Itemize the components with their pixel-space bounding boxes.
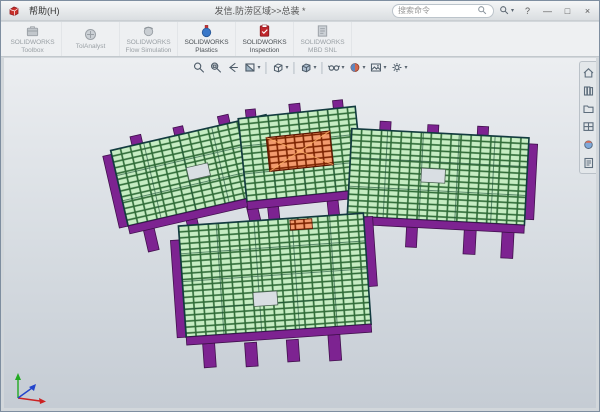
tab-label: Flow Simulation — [126, 47, 172, 54]
solidworks-window: 帮助(H) 发信.防涝区域>>总装 * 搜索命令 ▾ ? — □ × — [0, 0, 600, 412]
zoom-to-area-icon[interactable] — [208, 60, 223, 75]
titlebar-right: 搜索命令 ▾ ? — □ × — [392, 3, 596, 18]
tab-label: Inspection — [250, 47, 280, 54]
previous-view-icon[interactable] — [225, 60, 240, 75]
flow-simulation-icon — [141, 24, 156, 38]
graphics-viewport[interactable]: ▾ ▾ ▾ — [4, 58, 596, 408]
ribbon-tab-flow-simulation[interactable]: SOLIDWORKS Flow Simulation — [120, 22, 178, 56]
document-title: 发信.防涝区域>>总装 * — [151, 4, 369, 17]
minimize-button[interactable]: — — [539, 3, 556, 18]
search-scope-dropdown[interactable]: ▾ — [497, 5, 516, 16]
apply-scene-icon[interactable]: ▾ — [369, 60, 388, 75]
tab-label: Plastics — [195, 47, 217, 54]
search-input[interactable]: 搜索命令 — [392, 4, 494, 18]
chevron-down-icon: ▾ — [511, 8, 514, 14]
command-manager-ribbon: SOLIDWORKS Toolbox TolAnalyst SOLIDWORKS… — [1, 22, 599, 57]
menu-item-help[interactable]: 帮助(H) — [24, 4, 65, 17]
app-logo-icon — [7, 4, 21, 18]
hide-show-items-icon[interactable]: ▾ — [326, 60, 345, 75]
ribbon-tab-mbd-snl[interactable]: SOLIDWORKS MBD SNL — [294, 22, 352, 56]
inspection-icon — [257, 24, 272, 38]
view-palette-icon[interactable] — [582, 120, 595, 133]
section-view-icon[interactable]: ▾ — [242, 60, 261, 75]
custom-properties-icon[interactable] — [582, 156, 595, 169]
search-icon — [477, 5, 488, 16]
search-placeholder: 搜索命令 — [398, 5, 474, 16]
coordinate-triad — [10, 368, 50, 404]
tab-label: MBD SNL — [308, 47, 337, 54]
tab-label: SOLIDWORKS — [300, 39, 344, 46]
chevron-down-icon: ▾ — [257, 65, 260, 71]
ribbon-tab-plastics[interactable]: SOLIDWORKS Plastics — [178, 22, 236, 56]
tab-label: SOLIDWORKS — [242, 39, 286, 46]
chevron-down-icon: ▾ — [285, 65, 288, 71]
chevron-down-icon: ▾ — [384, 65, 387, 71]
mbd-icon — [315, 24, 330, 38]
view-settings-icon[interactable]: ▾ — [390, 60, 409, 75]
task-pane-strip — [579, 61, 596, 174]
tab-label: Toolbox — [21, 47, 43, 54]
search-dropdown-icon — [499, 5, 510, 16]
solidworks-resources-icon[interactable] — [582, 66, 595, 79]
title-bar: 帮助(H) 发信.防涝区域>>总装 * 搜索命令 ▾ ? — □ × — [1, 1, 599, 21]
toolbar-separator — [321, 62, 322, 74]
help-button[interactable]: ? — [519, 3, 536, 18]
tolanalyst-icon — [83, 27, 98, 42]
tab-label: SOLIDWORKS — [10, 39, 54, 46]
zoom-to-fit-icon[interactable] — [191, 60, 206, 75]
toolbox-icon — [25, 24, 40, 38]
chevron-down-icon: ▾ — [341, 65, 344, 71]
appearances-scenes-icon[interactable] — [582, 138, 595, 151]
tab-label: SOLIDWORKS — [126, 39, 170, 46]
display-style-icon[interactable]: ▾ — [298, 60, 317, 75]
view-orientation-icon[interactable]: ▾ — [270, 60, 289, 75]
ribbon-tab-solidworks-toolbox[interactable]: SOLIDWORKS Toolbox — [4, 22, 62, 56]
edit-appearance-icon[interactable]: ▾ — [348, 60, 367, 75]
toolbar-separator — [265, 62, 266, 74]
chevron-down-icon: ▾ — [363, 65, 366, 71]
chevron-down-icon: ▾ — [313, 65, 316, 71]
tab-label: SOLIDWORKS — [184, 39, 228, 46]
heads-up-view-toolbar: ▾ ▾ ▾ — [187, 59, 412, 76]
toolbar-separator — [293, 62, 294, 74]
maximize-button[interactable]: □ — [559, 3, 576, 18]
plastics-icon — [199, 24, 214, 38]
chevron-down-icon: ▾ — [405, 65, 408, 71]
ribbon-tab-inspection[interactable]: SOLIDWORKS Inspection — [236, 22, 294, 56]
tab-label: TolAnalyst — [76, 43, 106, 50]
design-library-icon[interactable] — [582, 84, 595, 97]
close-button[interactable]: × — [579, 3, 596, 18]
ribbon-tab-tolanalyst[interactable]: TolAnalyst — [62, 22, 120, 56]
assembly-model-view[interactable] — [4, 58, 596, 408]
file-explorer-icon[interactable] — [582, 102, 595, 115]
